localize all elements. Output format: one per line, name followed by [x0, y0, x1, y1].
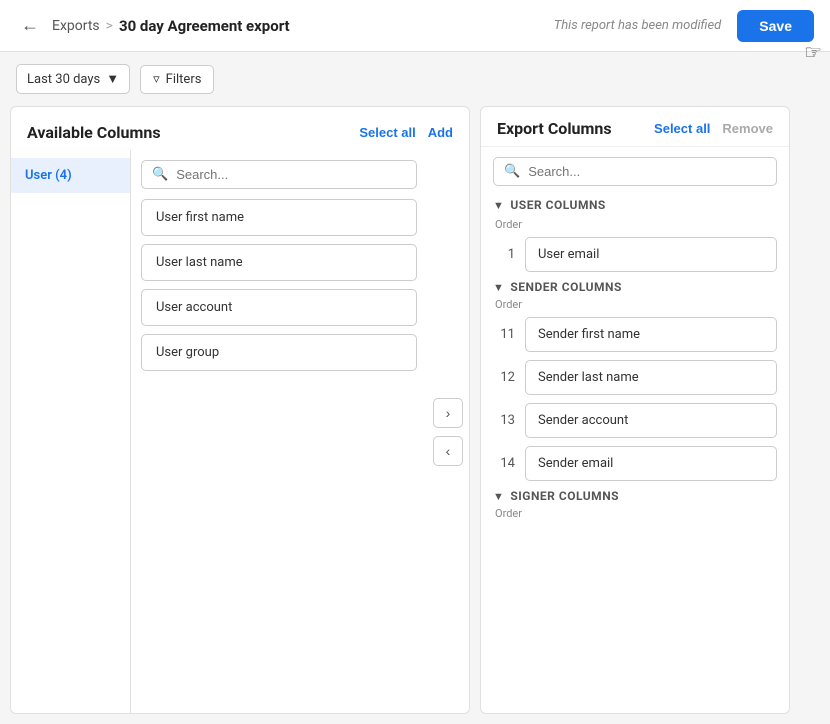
filters-label: Filters	[166, 72, 202, 87]
export-row-user-email: 1 User email	[493, 237, 777, 272]
main-content: Available Columns Select all Add User (4…	[0, 106, 830, 724]
save-button[interactable]: Save	[737, 10, 814, 42]
category-list: User (4)	[11, 150, 131, 713]
available-items: 🔍 User first name User last name User ac…	[131, 150, 427, 713]
available-item-user-group[interactable]: User group	[141, 334, 417, 371]
available-item-user-last-name[interactable]: User last name	[141, 244, 417, 281]
date-range-label: Last 30 days	[27, 72, 100, 87]
category-label: User (4)	[25, 168, 72, 183]
move-left-button[interactable]: ‹	[433, 436, 463, 466]
available-item-user-first-name[interactable]: User first name	[141, 199, 417, 236]
order-number-13: 13	[493, 413, 515, 428]
breadcrumb-parent[interactable]: Exports	[52, 18, 100, 34]
item-label: User account	[156, 300, 232, 315]
signer-columns-label: SIGNER COLUMNS	[510, 489, 619, 503]
right-panel-actions: Select all Remove	[654, 121, 773, 136]
item-label: User group	[156, 345, 219, 360]
available-item-user-account[interactable]: User account	[141, 289, 417, 326]
category-item-user[interactable]: User (4)	[11, 158, 130, 193]
save-button-wrapper: Save ☞	[737, 10, 814, 42]
arrow-buttons: › ‹	[427, 150, 469, 713]
sender-order-label: Order	[493, 298, 777, 311]
sender-columns-section-header[interactable]: ▼ SENDER COLUMNS	[493, 280, 777, 294]
search-icon: 🔍	[152, 167, 168, 182]
order-number-12: 12	[493, 370, 515, 385]
top-bar-right: This report has been modified Save ☞	[554, 10, 814, 42]
user-section-chevron: ▼	[493, 199, 504, 212]
available-search-input[interactable]	[176, 167, 406, 182]
item-label: Sender first name	[538, 327, 640, 342]
export-item-sender-first-name[interactable]: Sender first name	[525, 317, 777, 352]
user-order-label: Order	[493, 218, 777, 231]
sender-columns-label: SENDER COLUMNS	[510, 280, 622, 294]
order-number-14: 14	[493, 456, 515, 471]
filters-button[interactable]: ▿ Filters	[140, 65, 214, 94]
item-label: User last name	[156, 255, 243, 270]
back-icon: ←	[21, 15, 39, 36]
date-range-select[interactable]: Last 30 days ▼	[16, 64, 130, 94]
modified-text: This report has been modified	[554, 18, 722, 33]
export-item-sender-email[interactable]: Sender email	[525, 446, 777, 481]
item-label: Sender account	[538, 413, 628, 428]
signer-section-chevron: ▼	[493, 490, 504, 503]
item-label: User email	[538, 247, 599, 262]
available-columns-panel: Available Columns Select all Add User (4…	[10, 106, 470, 714]
breadcrumb-current: 30 day Agreement export	[119, 17, 290, 35]
export-search-icon: 🔍	[504, 164, 520, 179]
chevron-left-icon: ‹	[446, 443, 451, 459]
sender-section-chevron: ▼	[493, 281, 504, 294]
signer-columns-section-header[interactable]: ▼ SIGNER COLUMNS	[493, 489, 777, 503]
chevron-down-icon: ▼	[106, 71, 119, 87]
item-label: Sender last name	[538, 370, 639, 385]
user-columns-section-header[interactable]: ▼ USER COLUMNS	[493, 198, 777, 212]
export-columns-panel: Export Columns Select all Remove 🔍 ▼ USE…	[480, 106, 790, 714]
panel-title: Available Columns	[27, 123, 161, 142]
export-item-sender-account[interactable]: Sender account	[525, 403, 777, 438]
export-title: Export Columns	[497, 119, 612, 138]
move-right-button[interactable]: ›	[433, 398, 463, 428]
breadcrumb-separator: >	[106, 18, 113, 34]
order-number-11: 11	[493, 327, 515, 342]
panel-header: Available Columns Select all Add	[11, 107, 469, 150]
export-item-user-email[interactable]: User email	[525, 237, 777, 272]
remove-button[interactable]: Remove	[722, 121, 773, 136]
export-row-sender-email: 14 Sender email	[493, 446, 777, 481]
export-row-sender-first-name: 11 Sender first name	[493, 317, 777, 352]
top-bar-left: ← Exports > 30 day Agreement export	[16, 12, 290, 40]
back-button[interactable]: ←	[16, 12, 44, 40]
export-row-sender-account: 13 Sender account	[493, 403, 777, 438]
right-panel-header: Export Columns Select all Remove	[481, 107, 789, 147]
filter-bar: Last 30 days ▼ ▿ Filters	[0, 52, 830, 106]
item-label: Sender email	[538, 456, 613, 471]
item-label: User first name	[156, 210, 244, 225]
select-all-button[interactable]: Select all	[359, 125, 415, 140]
order-number-1: 1	[493, 247, 515, 262]
signer-order-label: Order	[493, 507, 777, 520]
export-select-all-button[interactable]: Select all	[654, 121, 710, 136]
right-panel-body: 🔍 ▼ USER COLUMNS Order 1 User email ▼ SE…	[481, 147, 789, 713]
export-search-input[interactable]	[528, 164, 766, 179]
top-bar: ← Exports > 30 day Agreement export This…	[0, 0, 830, 52]
export-item-sender-last-name[interactable]: Sender last name	[525, 360, 777, 395]
available-search-box[interactable]: 🔍	[141, 160, 417, 189]
breadcrumb: Exports > 30 day Agreement export	[52, 17, 290, 35]
add-button[interactable]: Add	[428, 125, 453, 140]
export-search-box[interactable]: 🔍	[493, 157, 777, 186]
left-inner: User (4) 🔍 User first name User last nam…	[11, 150, 469, 713]
export-row-sender-last-name: 12 Sender last name	[493, 360, 777, 395]
user-columns-label: USER COLUMNS	[510, 198, 605, 212]
panel-actions: Select all Add	[359, 125, 453, 140]
chevron-right-icon: ›	[446, 405, 451, 421]
filter-icon: ▿	[153, 72, 160, 87]
